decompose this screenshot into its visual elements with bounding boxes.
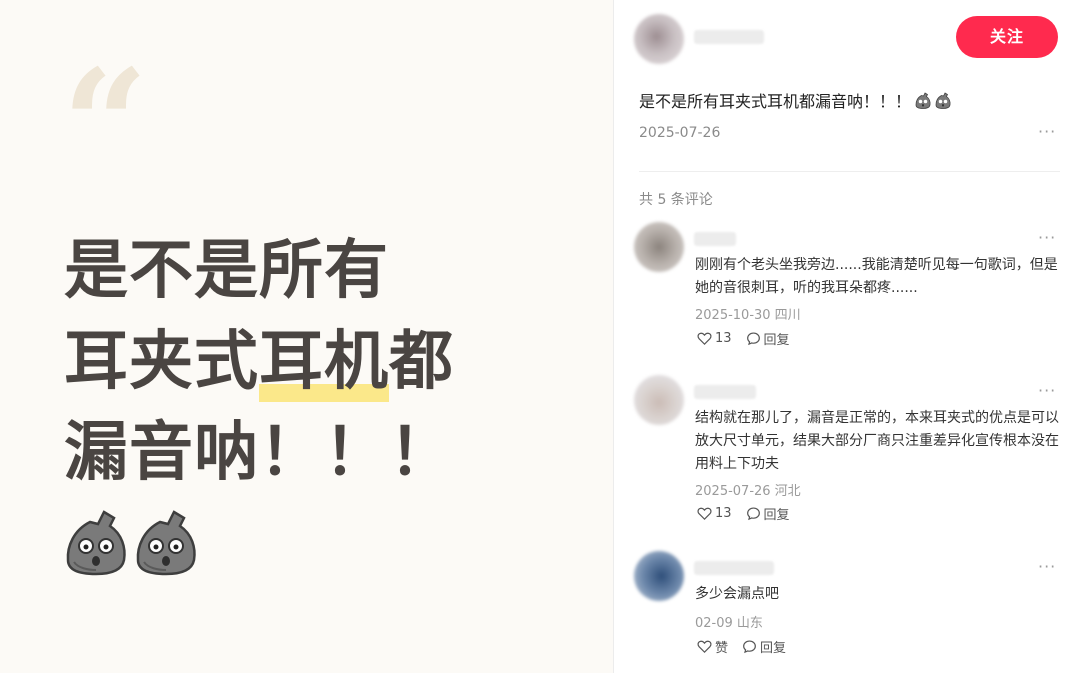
post-more-icon[interactable]: ··· xyxy=(1038,122,1056,141)
post-title: 是不是所有耳夹式耳机都漏音呐！！！ xyxy=(639,88,951,112)
headline-line-2: 耳夹式耳机都 xyxy=(64,317,454,408)
comment-count: 共 5 条评论 xyxy=(639,192,713,208)
stone-emoji-icon xyxy=(935,91,951,109)
comment-meta: 2025-10-30 四川 xyxy=(695,308,801,323)
like-button[interactable]: 13 xyxy=(697,506,732,521)
comment-meta: 02-09 山东 xyxy=(695,616,763,631)
comment-more-icon[interactable]: ··· xyxy=(1038,381,1056,400)
reply-button[interactable]: 回复 xyxy=(746,329,790,348)
separator xyxy=(639,171,1060,172)
emoji-row xyxy=(64,508,198,576)
reply-button[interactable]: 回复 xyxy=(746,504,790,523)
headline-line-3: 漏音呐！！！ xyxy=(64,416,454,490)
like-count: 13 xyxy=(715,331,732,346)
heart-icon xyxy=(697,640,712,653)
comment-more-icon[interactable]: ··· xyxy=(1038,557,1056,576)
follow-button[interactable]: 关注 xyxy=(956,16,1058,58)
comment-actions: 赞 回复 xyxy=(697,637,786,656)
image-headline: 是不是所有 耳夹式耳机都 漏音呐！！！ xyxy=(64,226,454,499)
reply-label: 回复 xyxy=(763,508,790,523)
like-button[interactable]: 13 xyxy=(697,331,732,346)
headline-line-2c: 都 xyxy=(389,325,454,399)
comment-more-icon[interactable]: ··· xyxy=(1038,228,1056,247)
headline-highlight: 耳机 xyxy=(259,317,389,408)
app-root: “ 是不是所有 耳夹式耳机都 漏音呐！！！ 关注 是不是所有耳夹式耳机都漏音呐！… xyxy=(0,0,1080,673)
headline-line-2a: 耳夹式 xyxy=(64,325,259,399)
heart-icon xyxy=(697,332,712,345)
post-title-text: 是不是所有耳夹式耳机都漏音呐！！！ xyxy=(639,92,912,111)
stone-emoji-icon xyxy=(915,91,931,109)
comment-bubble-icon xyxy=(743,640,756,654)
comment-author-name[interactable] xyxy=(694,561,774,575)
comment-bubble-icon xyxy=(746,332,760,346)
comment-text: 结构就在那儿了，漏音是正常的，本来耳夹式的优点是可以放大尺寸单元，结果大部分厂商… xyxy=(695,410,1059,472)
comment-avatar[interactable] xyxy=(634,551,684,601)
comment-text: 刚刚有个老头坐我旁边......我能清楚听见每一句歌词，但是她的音很刺耳，听的我… xyxy=(695,257,1058,296)
comment-bubble-icon xyxy=(746,507,760,521)
comment-author-name[interactable] xyxy=(694,232,736,246)
stone-emoji-icon xyxy=(66,510,126,576)
reply-label: 回复 xyxy=(763,333,790,348)
like-button[interactable]: 赞 xyxy=(697,637,728,656)
comment-avatar[interactable] xyxy=(634,375,684,425)
post-image[interactable]: “ 是不是所有 耳夹式耳机都 漏音呐！！！ xyxy=(0,0,613,673)
author-avatar[interactable] xyxy=(634,14,684,64)
comment-author-name[interactable] xyxy=(694,385,756,399)
like-count: 赞 xyxy=(715,641,729,656)
comment-avatar[interactable] xyxy=(634,222,684,272)
post-detail-panel: 关注 是不是所有耳夹式耳机都漏音呐！！！ 2025-07-26 ··· 共 5 … xyxy=(614,0,1080,673)
comment-actions: 13 回复 xyxy=(697,504,790,523)
post-date: 2025-07-26 xyxy=(639,125,721,141)
reply-button[interactable]: 回复 xyxy=(742,637,786,656)
comment-meta: 2025-07-26 河北 xyxy=(695,484,801,499)
heart-icon xyxy=(697,507,712,520)
comment-actions: 13 回复 xyxy=(697,329,790,348)
stone-emoji-icon xyxy=(136,510,196,576)
comment-text: 多少会漏点吧 xyxy=(695,586,779,602)
headline-line-1: 是不是所有 xyxy=(64,234,389,308)
quote-mark-icon: “ xyxy=(62,37,149,213)
reply-label: 回复 xyxy=(760,641,787,656)
author-name[interactable] xyxy=(694,30,764,44)
like-count: 13 xyxy=(715,506,732,521)
